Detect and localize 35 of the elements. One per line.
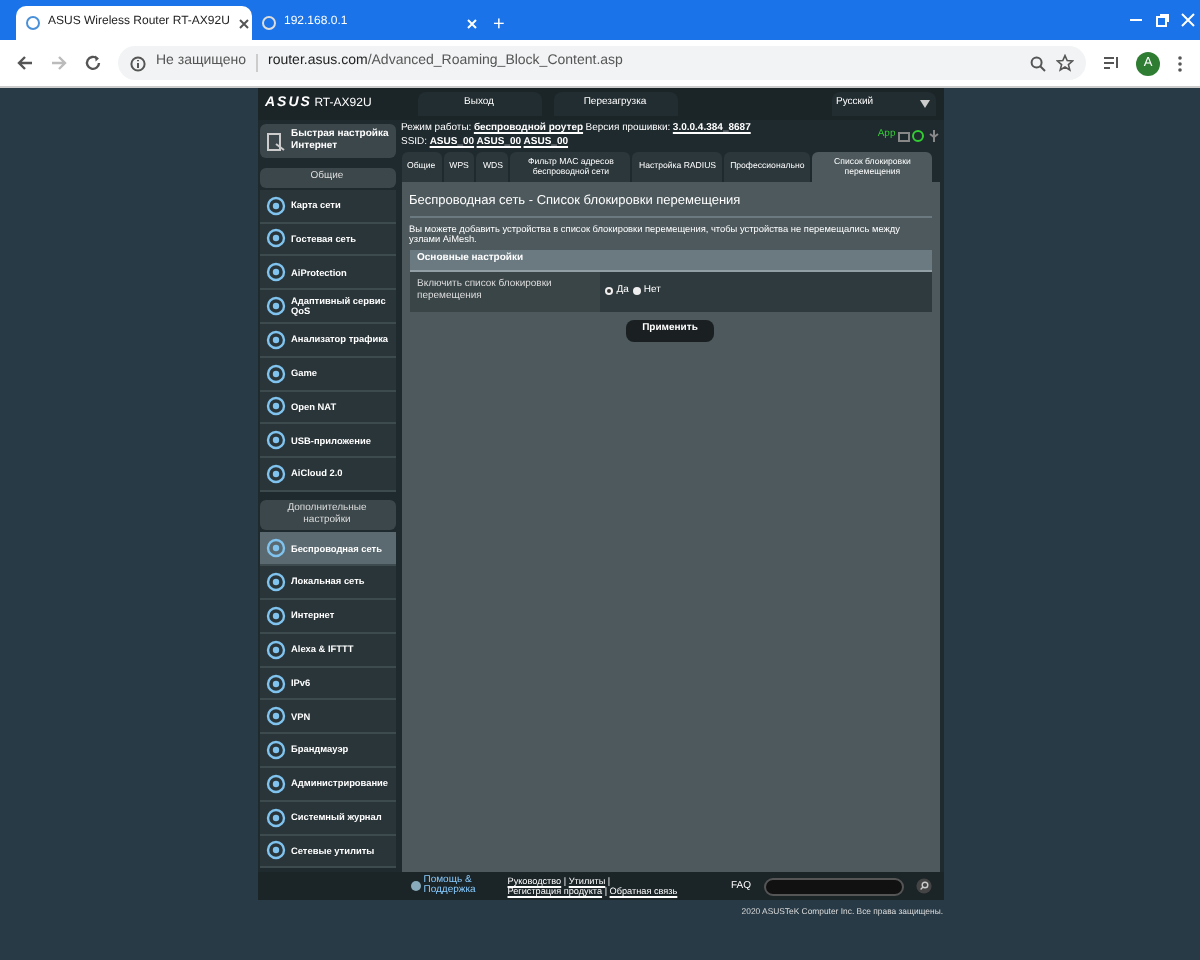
ring-icon	[265, 706, 285, 727]
restore-icon[interactable]	[1153, 12, 1169, 28]
ring-icon	[265, 673, 285, 693]
ring-icon	[265, 195, 285, 216]
caret-icon	[920, 100, 930, 108]
search-icon[interactable]	[915, 878, 931, 895]
ring-icon	[265, 572, 285, 593]
ring-icon	[265, 639, 285, 660]
ring-icon	[265, 296, 285, 317]
more-menu-icon[interactable]	[1176, 53, 1184, 73]
star-icon[interactable]	[1056, 54, 1074, 72]
new-tab-button[interactable]: +	[493, 14, 505, 38]
ring-icon	[265, 538, 285, 559]
ring-icon	[265, 740, 285, 761]
back-arrow-icon[interactable]	[16, 54, 34, 72]
ring-icon	[265, 807, 285, 828]
ring-icon	[265, 430, 285, 451]
ring-icon	[265, 329, 285, 350]
ring-icon	[265, 363, 285, 384]
reload-icon[interactable]	[84, 54, 102, 72]
radio-icon	[631, 286, 642, 297]
radio-checked-icon	[604, 286, 614, 297]
close-icon[interactable]	[237, 17, 250, 29]
zoom-icon[interactable]	[1030, 55, 1046, 71]
ring-icon	[265, 773, 285, 794]
usb-icon[interactable]	[927, 129, 939, 141]
ring-icon	[265, 605, 285, 626]
info-icon	[130, 55, 146, 71]
media-list-icon[interactable]	[1102, 54, 1120, 72]
faq-search-field[interactable]	[763, 877, 903, 896]
ring-icon	[265, 396, 285, 417]
ring-icon	[265, 228, 285, 249]
ring-icon	[265, 840, 285, 861]
ring-icon	[265, 262, 285, 283]
ring-icon	[265, 464, 285, 485]
